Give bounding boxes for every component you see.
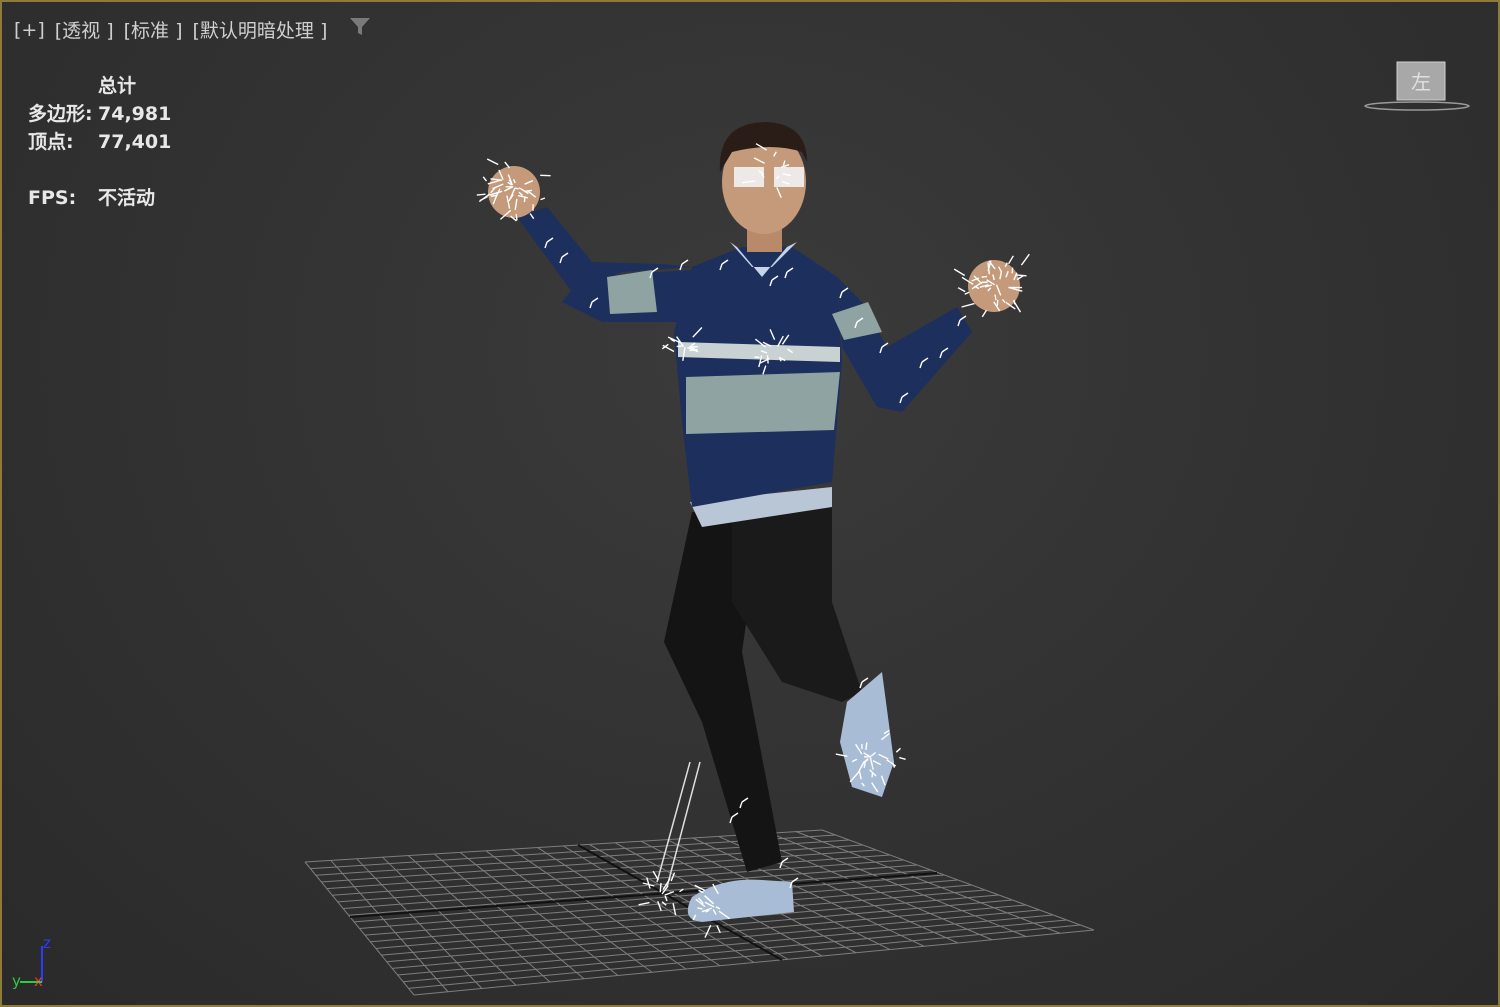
viewport-point-of-view-menu[interactable]: [透视 ]: [55, 16, 114, 43]
left-shoe: [687, 879, 794, 922]
stats-fps-row: FPS: 不活动: [28, 184, 171, 212]
bone-tick-mark: [679, 259, 689, 271]
right-leg: [732, 497, 862, 702]
grid-line: [795, 831, 1061, 934]
scene-canvas[interactable]: [2, 2, 1500, 1007]
viewcube[interactable]: 左: [1362, 56, 1472, 116]
grid-line: [403, 919, 1067, 983]
viewport-shading-menu[interactable]: [默认明暗处理 ]: [193, 16, 328, 43]
right-arm: [837, 277, 972, 412]
ik-helper-line: [666, 761, 701, 888]
grid-line: [770, 832, 1027, 937]
perspective-viewport[interactable]: [+] [透视 ] [标准 ] [默认明暗处理 ] 总计 多边形: 74,981…: [0, 0, 1500, 1007]
stats-vertices-row: 顶点: 77,401: [28, 128, 171, 156]
y-axis-label: y: [12, 972, 21, 990]
viewcube-label: 左: [1411, 70, 1431, 94]
stats-polygons-row: 多边形: 74,981: [28, 100, 171, 128]
world-axis-gizmo: z y x: [10, 932, 60, 992]
viewport-plus-menu[interactable]: [+]: [14, 19, 45, 41]
grid-line: [821, 829, 1095, 931]
sweater-stripe: [686, 372, 840, 434]
character-model[interactable]: [488, 122, 1020, 922]
z-axis-label: z: [43, 934, 51, 952]
filter-icon[interactable]: [349, 17, 371, 42]
left-arm-stripe: [607, 270, 657, 314]
fps-value: 不活动: [98, 187, 156, 209]
vertices-value: 77,401: [98, 131, 172, 153]
viewport-standard-menu[interactable]: [标准 ]: [124, 16, 183, 43]
scene-statistics: 总计 多边形: 74,981 顶点: 77,401 FPS: 不活动: [28, 72, 171, 212]
viewport-label-menu: [+] [透视 ] [标准 ] [默认明暗处理 ]: [14, 16, 371, 43]
glasses-left-lens: [734, 167, 764, 187]
left-hand: [488, 166, 540, 218]
polygons-value: 74,981: [98, 103, 172, 125]
polygons-label: 多边形:: [28, 103, 93, 125]
vertices-label: 顶点:: [28, 131, 74, 153]
viewcube-ring[interactable]: [1364, 101, 1470, 111]
stats-header: 总计: [98, 75, 137, 97]
fps-label: FPS:: [28, 187, 77, 209]
